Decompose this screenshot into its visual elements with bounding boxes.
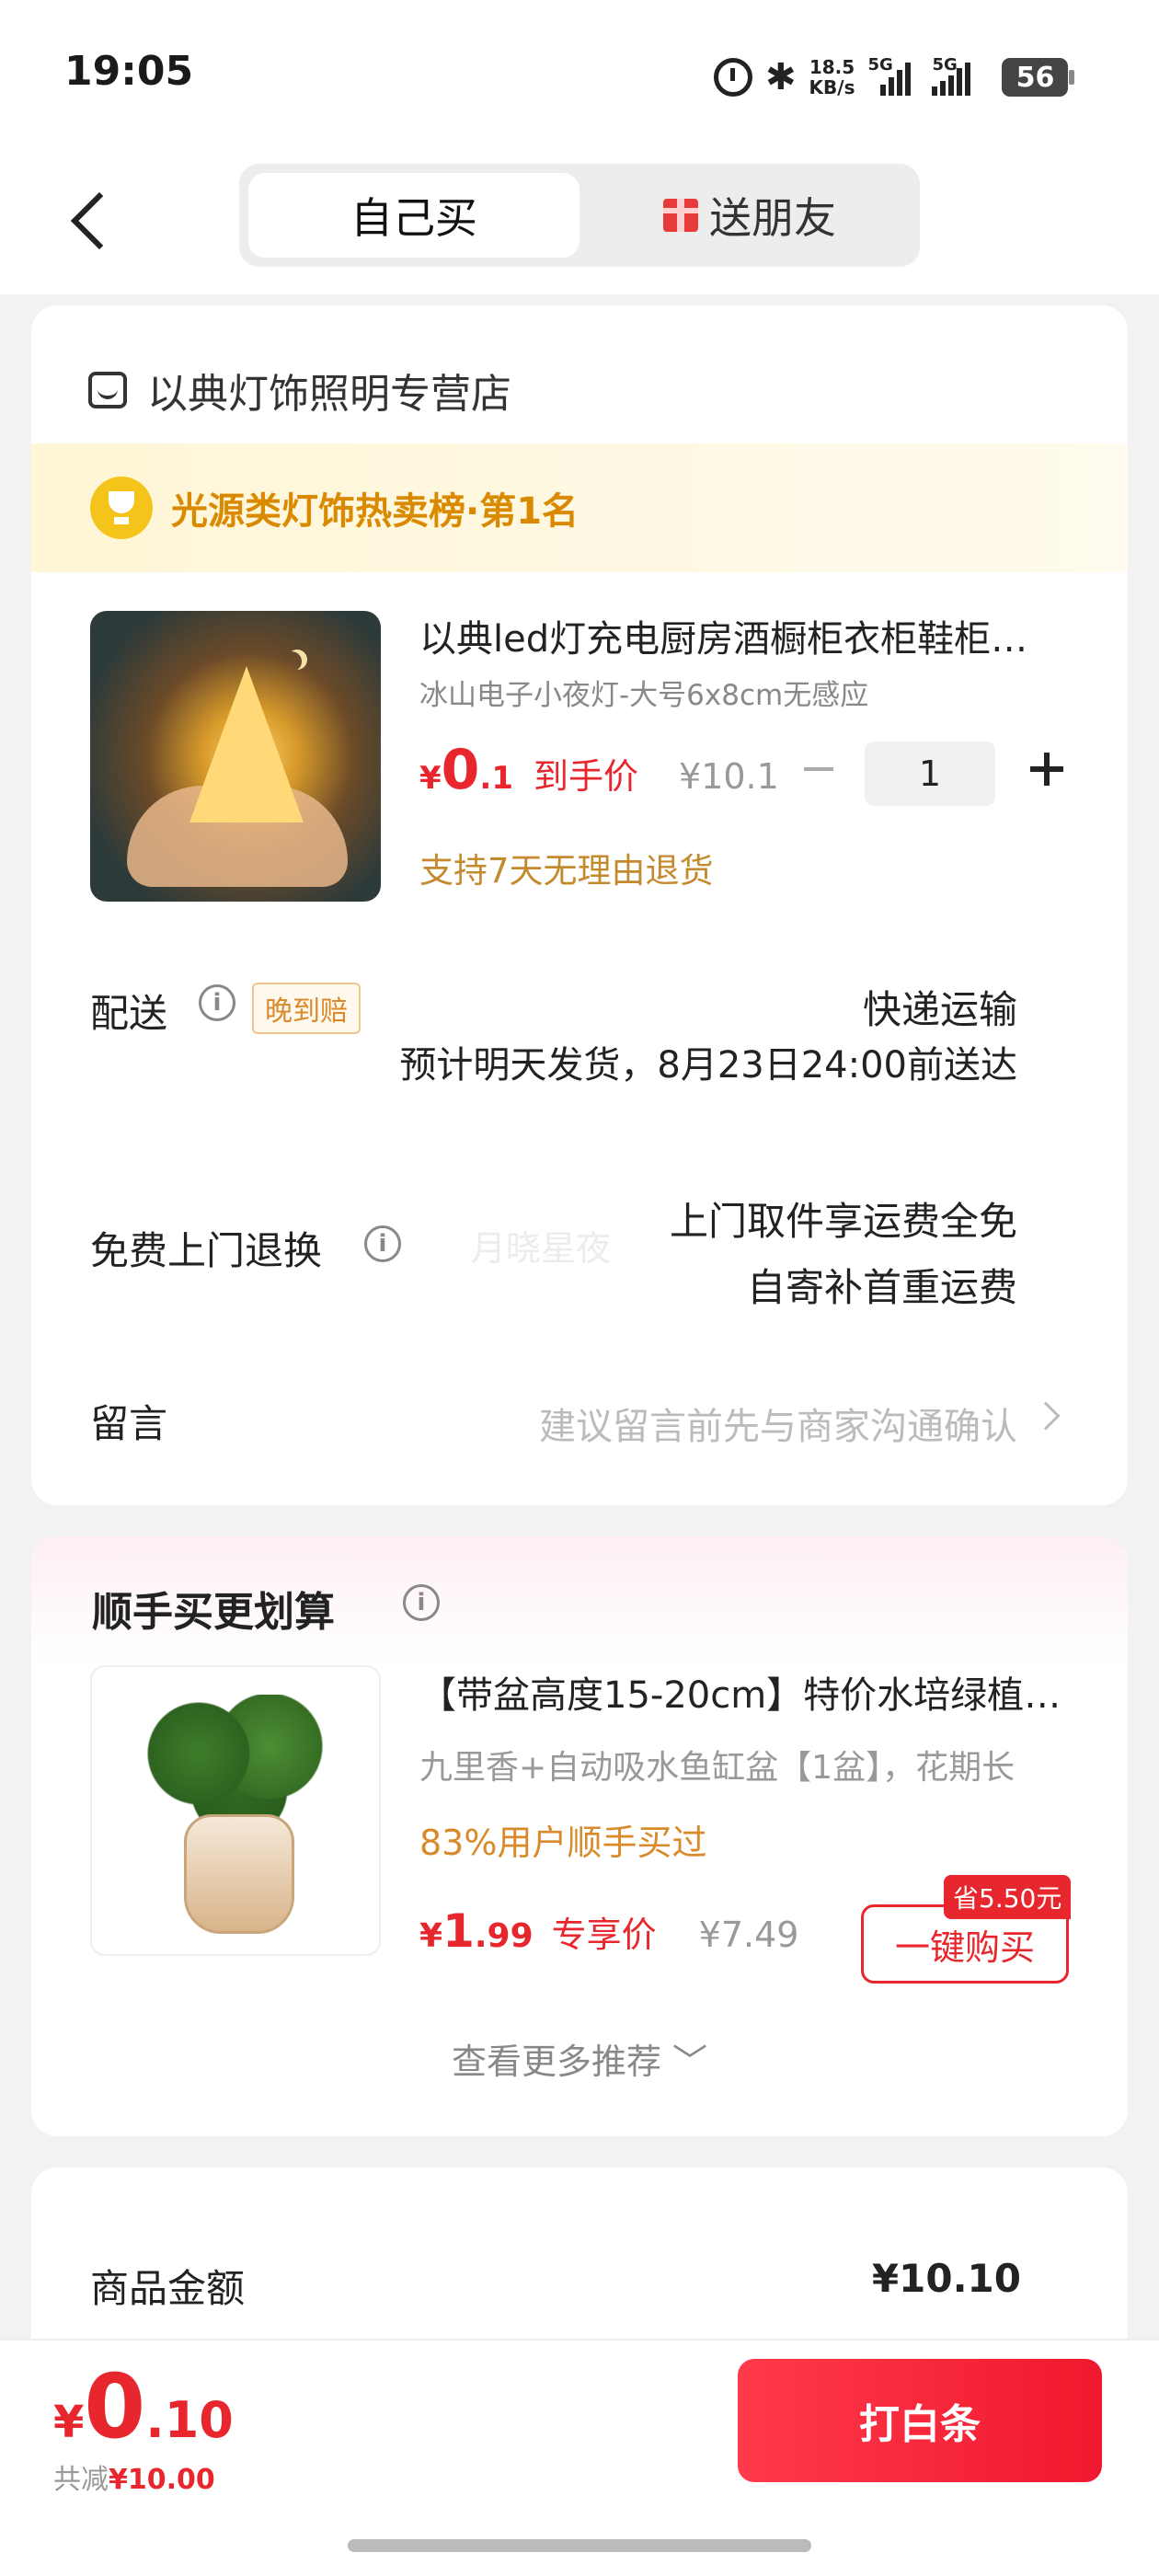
price-integer: 1 bbox=[442, 1904, 475, 1958]
savings-badge: 省5.50元 bbox=[944, 1875, 1072, 1919]
discount-label: 共减 bbox=[53, 2464, 109, 2496]
alarm-icon bbox=[714, 58, 752, 97]
signal-label-2: 5G bbox=[932, 55, 958, 75]
delivery-estimate: 预计明天发货，8月23日24:00前送达 bbox=[399, 1044, 1017, 1087]
status-icons: ✱ 18.5 KB/s 5G 5G 56 bbox=[714, 53, 1075, 101]
network-speed-value: 18.5 bbox=[809, 56, 855, 78]
network-speed-unit: KB/s bbox=[809, 76, 855, 98]
price-currency: ¥ bbox=[419, 1917, 443, 1955]
gift-icon bbox=[663, 199, 698, 232]
bluetooth-icon: ✱ bbox=[765, 56, 797, 98]
shop-icon bbox=[88, 372, 127, 408]
info-icon[interactable]: i bbox=[364, 1225, 401, 1262]
purchase-mode-tabs: 自己买 送朋友 bbox=[239, 164, 920, 267]
total-currency: ¥ bbox=[53, 2397, 85, 2448]
network-speed: 18.5 KB/s bbox=[809, 57, 855, 98]
message-input[interactable]: 建议留言前先与商家沟通确认 bbox=[539, 1397, 1017, 1450]
goods-amount-value: ¥10.10 bbox=[871, 2256, 1021, 2301]
rank-banner[interactable]: 光源类灯饰热卖榜·第1名 bbox=[31, 443, 1128, 572]
discount-summary[interactable]: 共减¥10.00 bbox=[53, 2456, 215, 2497]
total-price: ¥ 0 .10 bbox=[53, 2363, 234, 2451]
quantity-input[interactable]: 1 bbox=[865, 742, 995, 806]
price-currency: ¥ bbox=[419, 760, 442, 797]
header: 自己买 送朋友 bbox=[0, 156, 1159, 294]
recommend-title: 顺手买更划算 bbox=[92, 1589, 335, 1636]
tab-buy-for-self[interactable]: 自己买 bbox=[248, 173, 580, 258]
battery-icon: 56 bbox=[1002, 58, 1075, 97]
status-time: 19:05 bbox=[64, 48, 194, 95]
price-tag: 专享价 bbox=[551, 1915, 657, 1955]
price-decimal: .1 bbox=[479, 760, 513, 797]
tab-gift-to-friend[interactable]: 送朋友 bbox=[589, 173, 911, 258]
signal-label-1: 5G bbox=[867, 55, 893, 75]
price-tag: 到手价 bbox=[534, 756, 639, 797]
free-return-label: 免费上门退换 bbox=[90, 1228, 323, 1273]
price-decimal: .99 bbox=[474, 1917, 534, 1955]
product-title[interactable]: 以典led灯充电厨房酒橱柜衣柜鞋柜装饰小夜灯 bbox=[419, 609, 1063, 662]
product-sku[interactable]: 冰山电子小夜灯-大号6x8cm无感应 bbox=[419, 672, 868, 713]
recommend-price-row: ¥ 1 .99 专享价 ¥7.49 bbox=[419, 1904, 798, 1969]
info-icon[interactable]: i bbox=[199, 984, 235, 1021]
trophy-icon bbox=[90, 477, 153, 539]
message-label: 留言 bbox=[90, 1401, 168, 1446]
signal-icon-1: 5G bbox=[867, 55, 919, 96]
home-indicator[interactable] bbox=[348, 2539, 811, 2552]
recommend-card: 顺手买更划算 i 【带盆高度15-20cm】特价水培绿植九里香 九里香+自动吸水… bbox=[31, 1536, 1128, 2136]
shop-name: 以典灯饰照明专营店 bbox=[147, 371, 511, 418]
total-decimal: .10 bbox=[145, 2391, 234, 2449]
recommend-social-proof: 83%用户顺手买过 bbox=[419, 1823, 707, 1863]
more-recommendations-link[interactable]: 查看更多推荐 ﹀ bbox=[31, 2033, 1128, 2084]
order-card: 以典灯饰照明专营店 光源类灯饰热卖榜·第1名 以典led灯充电厨房酒橱柜衣柜鞋柜… bbox=[31, 305, 1128, 1505]
back-arrow-icon[interactable] bbox=[64, 184, 120, 258]
total-integer: 0 bbox=[84, 2355, 146, 2458]
original-price: ¥10.1 bbox=[679, 756, 779, 797]
recommend-product-title[interactable]: 【带盆高度15-20cm】特价水培绿植九里香 bbox=[419, 1665, 1073, 1719]
product-price-row: ¥ 0 .1 到手价 ¥10.1 bbox=[419, 738, 779, 811]
recommend-product-sku[interactable]: 九里香+自动吸水鱼缸盆【1盆】，花期长 bbox=[419, 1741, 1063, 1788]
status-bar: 19:05 ✱ 18.5 KB/s 5G 5G 56 bbox=[0, 0, 1159, 156]
battery-level: 56 bbox=[1016, 61, 1055, 94]
pay-button[interactable]: 打白条 bbox=[738, 2359, 1102, 2482]
delivery-label: 配送 bbox=[90, 991, 168, 1036]
return-self-ship-text: 自寄补首重运费 bbox=[746, 1265, 1017, 1310]
price-integer: 0 bbox=[441, 738, 480, 802]
return-policy: 支持7天无理由退货 bbox=[419, 851, 714, 891]
quantity-increase-button[interactable] bbox=[1019, 742, 1074, 797]
watermark-text: 月晓星夜 bbox=[471, 1228, 612, 1269]
rank-text: 光源类灯饰热卖榜·第1名 bbox=[171, 490, 580, 533]
delivery-method: 快递运输 bbox=[862, 987, 1017, 1032]
discount-amount: ¥10.00 bbox=[109, 2464, 215, 2496]
original-price: ¥7.49 bbox=[698, 1915, 799, 1955]
quantity-decrease-button[interactable] bbox=[791, 742, 846, 797]
shop-row[interactable]: 以典灯饰照明专营店 bbox=[88, 361, 511, 420]
chevron-right-icon[interactable] bbox=[1031, 1401, 1061, 1431]
checkout-bar: ¥ 0 .10 共减¥10.00 打白条 bbox=[0, 2339, 1159, 2576]
return-pickup-text: 上门取件享运费全免 bbox=[669, 1199, 1017, 1244]
recommend-product-image[interactable] bbox=[90, 1665, 381, 1956]
tab-gift-label: 送朋友 bbox=[709, 193, 836, 243]
product-image[interactable] bbox=[90, 611, 381, 902]
info-icon[interactable]: i bbox=[403, 1584, 440, 1621]
goods-amount-label: 商品金额 bbox=[90, 2266, 246, 2311]
late-compensation-badge: 晚到赔 bbox=[252, 983, 361, 1034]
signal-icon-2: 5G bbox=[932, 55, 989, 96]
